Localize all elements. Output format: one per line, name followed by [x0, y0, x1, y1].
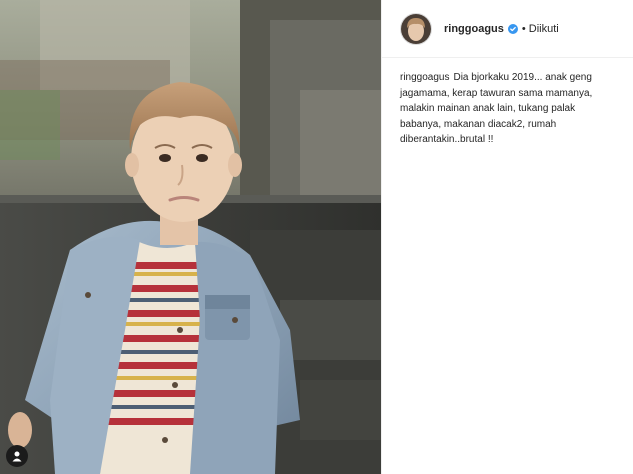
username-link[interactable]: ringgoagus	[444, 23, 504, 35]
user-icon	[12, 451, 22, 462]
caption-username-link[interactable]: ringgoagus	[400, 72, 449, 83]
follow-status-button[interactable]: Diikuti	[529, 23, 559, 35]
separator-dot: •	[521, 22, 526, 35]
avatar-image	[401, 13, 431, 44]
avatar[interactable]	[400, 12, 432, 45]
tagged-people-button[interactable]	[6, 445, 28, 467]
post-header: ringgoagus • Diikuti	[382, 0, 633, 58]
photo-image	[0, 0, 381, 474]
verified-check-icon	[507, 23, 518, 34]
post-side-panel: ringgoagus • Diikuti ringgoagus Dia bjork…	[381, 0, 633, 474]
post-photo[interactable]	[0, 0, 381, 474]
post-caption: ringgoagus Dia bjorkaku 2019... anak geng…	[382, 58, 633, 148]
